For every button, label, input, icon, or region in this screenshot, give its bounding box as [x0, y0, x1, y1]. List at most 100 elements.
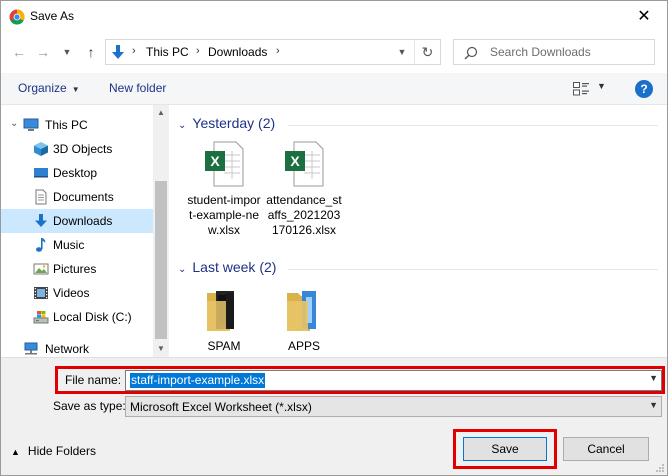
chrome-app-icon — [9, 9, 25, 25]
sidebar-item-label: Documents — [53, 190, 114, 204]
forward-button[interactable]: → — [33, 41, 53, 63]
group-header-last-week[interactable]: ⌄ Last week (2) — [178, 259, 276, 275]
refresh-button[interactable]: ↻ — [414, 40, 440, 64]
file-name-input[interactable]: staff-import-example.xlsx ▼ — [125, 370, 662, 391]
scroll-up-icon[interactable]: ▲ — [153, 105, 169, 121]
sidebar-item-network[interactable]: Network — [1, 337, 153, 357]
sidebar-item-3d-objects[interactable]: 3D Objects — [1, 137, 153, 161]
sidebar-item-music[interactable]: Music — [1, 233, 153, 257]
file-item[interactable]: X student-import-example-new.xlsx — [186, 141, 262, 238]
save-button[interactable]: Save — [463, 437, 547, 461]
navigation-pane-scrollbar[interactable]: ▲ ▼ — [153, 105, 169, 357]
sidebar-item-label: Pictures — [53, 262, 97, 276]
chevron-right-icon: › — [276, 45, 280, 57]
chevron-down-icon: ▼ — [397, 47, 407, 57]
sidebar-item-label: This PC — [45, 118, 88, 132]
excel-file-icon: X — [205, 141, 244, 187]
hide-folders-button[interactable]: ▲ Hide Folders — [11, 444, 96, 458]
group-divider — [288, 125, 658, 126]
scroll-down-icon[interactable]: ▼ — [153, 341, 169, 357]
picture-icon — [33, 263, 49, 275]
command-toolbar: Organize ▼ New folder ▼ ? — [1, 73, 667, 105]
folder-name: APPS — [287, 339, 320, 353]
file-name-value: staff-import-example.xlsx — [130, 373, 266, 388]
view-options-icon[interactable] — [573, 82, 589, 96]
document-icon — [35, 189, 47, 205]
sidebar-item-label: Local Disk (C:) — [53, 310, 132, 324]
help-button[interactable]: ? — [635, 80, 653, 98]
download-arrow-icon — [112, 45, 124, 59]
save-as-dialog: Save As ✕ ← → ▼ ↑ › This PC › Downloads … — [0, 0, 668, 476]
folder-icon — [207, 291, 234, 331]
file-list-pane: ⌄ Yesterday (2) X student-import-example-… — [170, 105, 667, 357]
sidebar-item-this-pc[interactable]: ⌄ This PC — [1, 113, 153, 137]
film-icon — [34, 287, 48, 299]
network-icon — [24, 342, 38, 355]
chevron-down-icon: ⌄ — [178, 264, 187, 275]
search-icon — [464, 46, 478, 60]
address-history-dropdown[interactable]: ▼ — [392, 40, 412, 64]
sidebar-item-documents[interactable]: Documents — [1, 185, 153, 209]
file-name: student-import-example-new.xlsx — [187, 193, 261, 237]
sidebar-item-videos[interactable]: Videos — [1, 281, 153, 305]
chevron-right-icon: › — [196, 45, 200, 57]
group-title: Last week (2) — [192, 259, 277, 275]
folder-icon — [287, 291, 316, 331]
recent-locations-button[interactable]: ▼ — [57, 41, 77, 63]
close-icon: ✕ — [637, 8, 651, 25]
sidebar-item-downloads[interactable]: Downloads — [1, 209, 153, 233]
window-title: Save As — [30, 9, 75, 23]
scrollbar-thumb[interactable] — [155, 181, 167, 339]
search-input[interactable] — [490, 44, 650, 60]
save-as-type-label: Save as type: — [53, 399, 126, 413]
hide-folders-label: Hide Folders — [27, 444, 96, 458]
title-bar: Save As ✕ — [1, 1, 667, 32]
new-folder-button[interactable]: New folder — [109, 81, 166, 95]
download-arrow-icon — [35, 214, 47, 227]
sidebar-item-label: Downloads — [53, 214, 113, 228]
sidebar-item-label: Music — [53, 238, 85, 252]
desktop-icon — [34, 168, 48, 178]
sidebar-item-local-disk[interactable]: Local Disk (C:) — [1, 305, 153, 329]
sidebar-item-label: Network — [45, 342, 90, 356]
resize-grip-icon[interactable] — [655, 463, 665, 473]
navigation-pane: ⌄ This PC 3D Objects Desktop Documents D… — [1, 105, 169, 357]
address-bar[interactable]: › This PC › Downloads › ▼ ↻ — [105, 39, 441, 65]
chevron-down-icon[interactable]: ⌄ — [10, 118, 18, 129]
file-name: attendance_staffs_2021203170126.xlsx — [266, 193, 342, 237]
arrow-right-icon: → — [36, 44, 50, 60]
file-item[interactable]: X attendance_staffs_2021203170126.xlsx — [266, 141, 342, 238]
cancel-button[interactable]: Cancel — [563, 437, 649, 461]
chevron-down-icon: ▼ — [649, 400, 658, 410]
up-button[interactable]: ↑ — [81, 41, 101, 63]
close-button[interactable]: ✕ — [621, 1, 667, 32]
computer-icon — [23, 118, 39, 131]
svg-text:X: X — [210, 153, 220, 169]
sidebar-item-pictures[interactable]: Pictures — [1, 257, 153, 281]
arrow-up-icon: ↑ — [87, 44, 95, 60]
group-title: Yesterday (2) — [192, 115, 276, 131]
chevron-down-icon: ▼ — [62, 47, 72, 57]
caret-down-icon: ▼ — [71, 85, 80, 94]
arrow-left-icon: ← — [12, 44, 26, 60]
navigation-bar: ← → ▼ ↑ › This PC › Downloads › ▼ ↻ — [1, 35, 667, 69]
chevron-right-icon: › — [132, 45, 136, 57]
refresh-icon: ↻ — [421, 44, 434, 60]
folder-item[interactable]: APPS — [266, 287, 342, 354]
sidebar-item-label: Videos — [53, 286, 90, 300]
back-button[interactable]: ← — [9, 41, 29, 63]
sidebar-item-label: Desktop — [53, 166, 98, 180]
search-box[interactable] — [453, 39, 655, 65]
organize-button[interactable]: Organize ▼ — [18, 81, 80, 95]
breadcrumb-downloads[interactable]: Downloads — [208, 45, 267, 59]
cube-icon — [34, 142, 48, 156]
sidebar-item-desktop[interactable]: Desktop — [1, 161, 153, 185]
excel-file-icon: X — [285, 141, 324, 187]
view-dropdown-icon[interactable]: ▼ — [597, 81, 606, 91]
chevron-down-icon[interactable]: ▼ — [649, 373, 658, 383]
breadcrumb-this-pc[interactable]: This PC — [146, 45, 189, 59]
folder-item[interactable]: SPAM — [186, 287, 262, 354]
save-as-type-select[interactable]: Microsoft Excel Worksheet (*.xlsx) ▼ — [125, 396, 662, 417]
group-header-yesterday[interactable]: ⌄ Yesterday (2) — [178, 115, 275, 131]
group-divider — [288, 269, 658, 270]
